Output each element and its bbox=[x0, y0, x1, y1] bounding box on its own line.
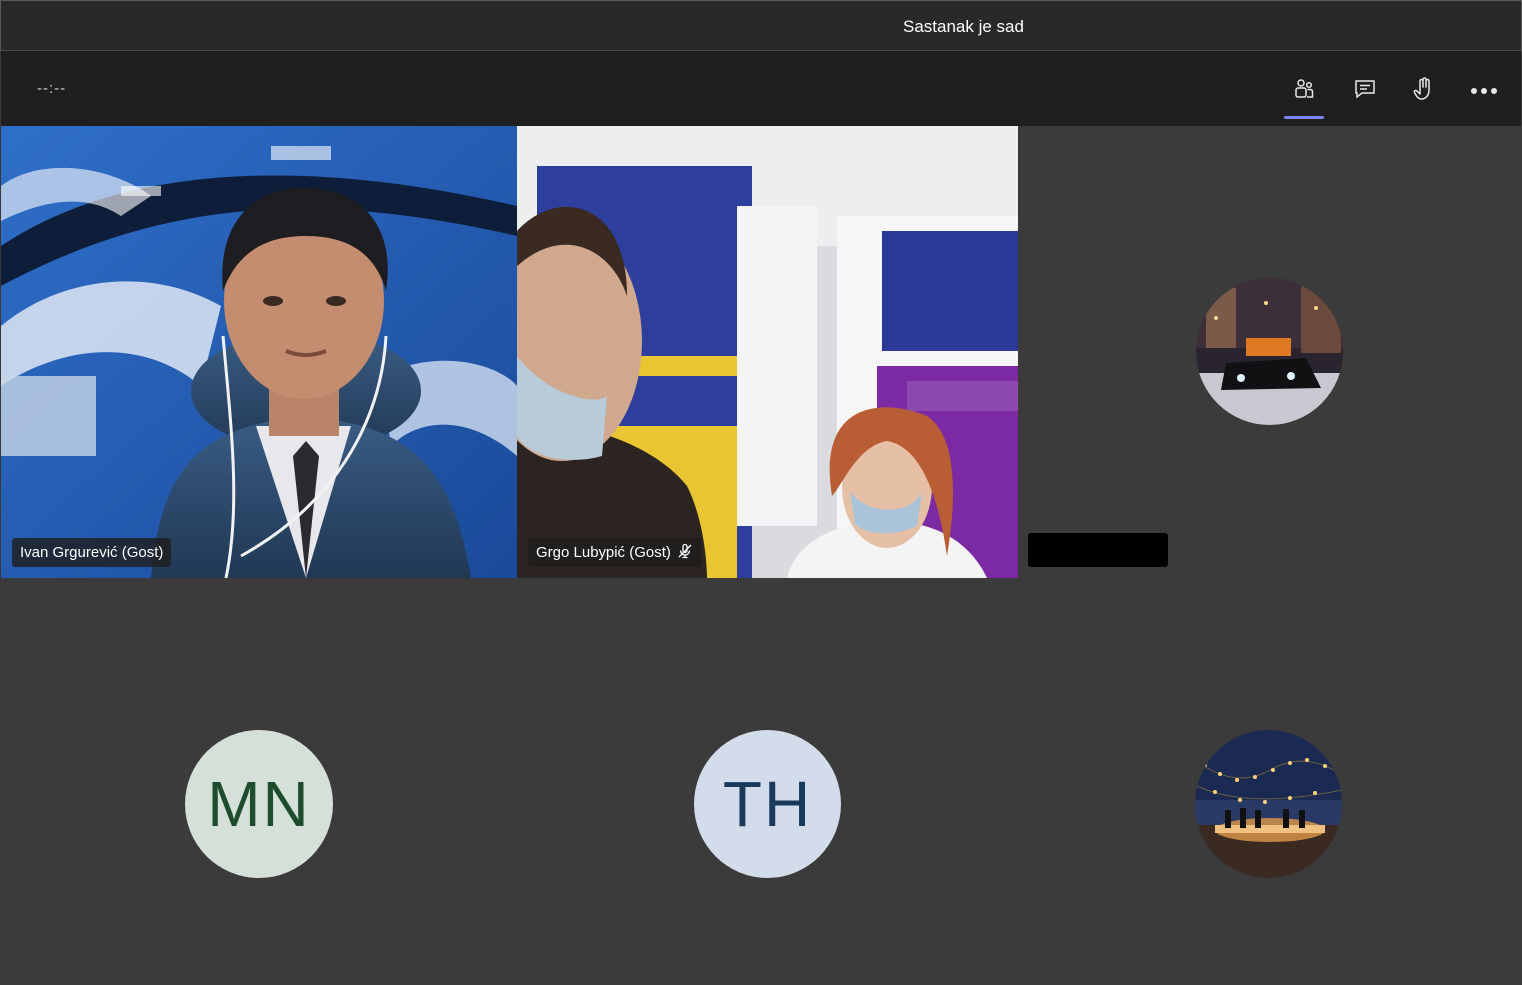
participant-tile-2[interactable]: Grgo Lubурić (Gost) bbox=[517, 126, 1018, 578]
mic-muted-icon bbox=[677, 543, 693, 563]
participants-button[interactable] bbox=[1284, 71, 1324, 119]
participants-icon bbox=[1292, 77, 1316, 106]
meeting-title: Sastanak je sad bbox=[903, 17, 1024, 36]
participant-tile-4[interactable]: MN bbox=[1, 578, 517, 985]
participant-photo-avatar bbox=[1196, 278, 1343, 425]
chat-button[interactable] bbox=[1345, 71, 1385, 111]
participant-name: Grgo Lubурić (Gost) bbox=[536, 544, 671, 561]
participant-initials: MN bbox=[207, 768, 311, 840]
more-options-button[interactable] bbox=[1464, 71, 1504, 111]
participant-name-tag: Grgo Lubурić (Gost) bbox=[528, 538, 701, 567]
participant-tile-5[interactable]: TH bbox=[517, 578, 1018, 985]
participant-initials-avatar: MN bbox=[185, 730, 333, 878]
participant-tile-3[interactable] bbox=[1018, 126, 1522, 578]
call-controls-bar: --:-- bbox=[0, 51, 1522, 126]
participant-video bbox=[1, 126, 517, 578]
participant-initials: TH bbox=[722, 768, 813, 840]
raise-hand-icon bbox=[1412, 76, 1436, 107]
video-grid: Ivan Grgurević (Gost) Grgo Lubурić (Gost… bbox=[0, 126, 1522, 985]
participant-name: Ivan Grgurević (Gost) bbox=[20, 544, 164, 561]
participant-initials-avatar: TH bbox=[694, 730, 841, 878]
participant-photo-avatar bbox=[1195, 730, 1342, 878]
participant-name-tag: Ivan Grgurević (Gost) bbox=[12, 538, 172, 567]
participant-name-tag-redacted bbox=[1028, 533, 1168, 567]
title-bar: Sastanak je sad bbox=[0, 0, 1522, 51]
participant-video bbox=[517, 126, 1018, 578]
call-timer: --:-- bbox=[37, 80, 67, 97]
participant-tile-6[interactable] bbox=[1018, 578, 1522, 985]
raise-hand-button[interactable] bbox=[1404, 71, 1444, 111]
more-options-icon bbox=[1470, 82, 1498, 100]
chat-icon bbox=[1353, 77, 1377, 106]
participant-tile-1[interactable]: Ivan Grgurević (Gost) bbox=[1, 126, 517, 578]
